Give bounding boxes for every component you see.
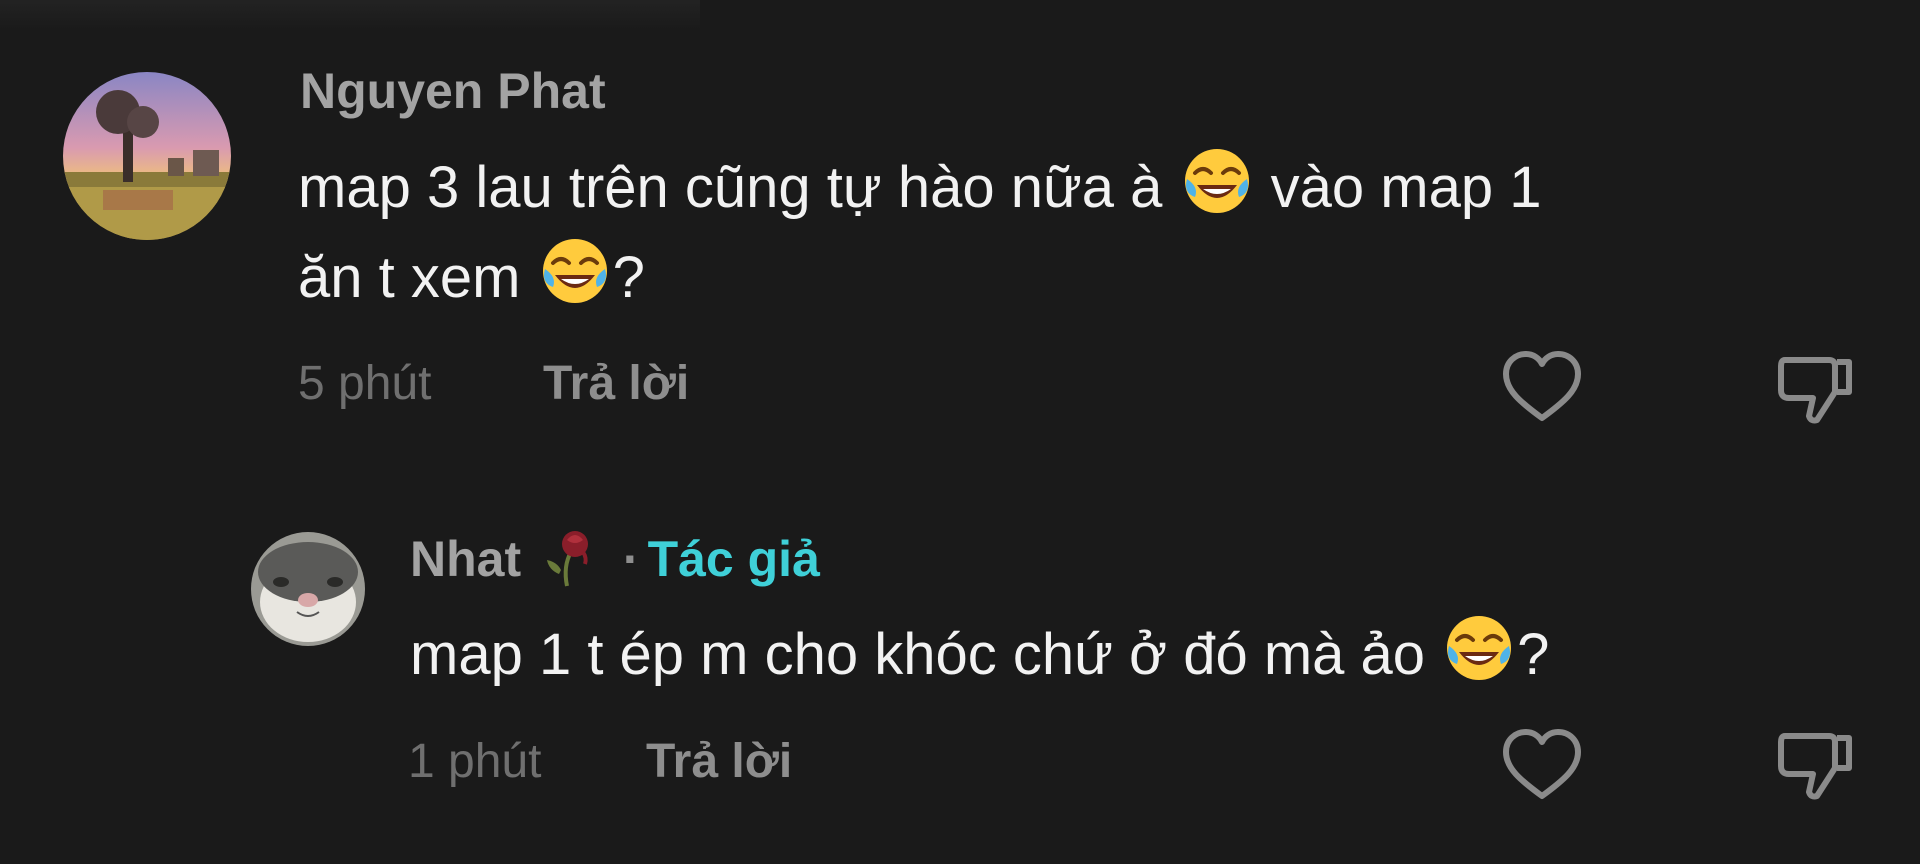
avatar-image <box>251 532 365 646</box>
reply-header: Nhat · Tác giả <box>410 522 820 600</box>
heart-icon[interactable] <box>1500 726 1584 802</box>
wilted-flower-icon <box>537 522 597 600</box>
laugh-emoji-icon <box>1443 612 1515 702</box>
laugh-emoji-icon <box>539 235 611 325</box>
heart-icon[interactable] <box>1500 348 1584 424</box>
separator-dot: · <box>622 531 640 587</box>
comment-username[interactable]: Nguyen Phat <box>300 62 606 120</box>
comment-text-part: map 3 lau trên cũng tự hào nữa à <box>298 155 1163 220</box>
comment-text-part: ? <box>1517 622 1550 687</box>
thumbs-down-icon[interactable] <box>1775 352 1857 428</box>
avatar-image <box>63 72 231 240</box>
reply-button[interactable]: Trả lời <box>543 356 689 411</box>
comment-timestamp: 5 phút <box>298 357 432 410</box>
comment-text: map 3 lau trên cũng tự hào nữa à vào map… <box>298 145 1858 324</box>
comment-username[interactable]: Nhat <box>410 531 521 587</box>
comment-text-part: ? <box>612 244 645 310</box>
author-badge: Tác giả <box>647 531 820 587</box>
comment-text: map 1 t ép m cho khóc chứ ở đó mà ảo ? <box>410 612 1850 702</box>
laugh-emoji-icon <box>1181 145 1253 235</box>
comment-text-part: ăn t xem <box>298 244 521 310</box>
thumbs-down-icon[interactable] <box>1775 728 1857 804</box>
avatar[interactable] <box>251 532 365 646</box>
top-fade <box>0 0 700 30</box>
reply-button[interactable]: Trả lời <box>646 734 792 789</box>
comment-text-part: map 1 t ép m cho khóc chứ ở đó mà ảo <box>410 622 1426 687</box>
avatar[interactable] <box>63 72 231 240</box>
comment-text-part: vào map 1 <box>1270 155 1542 220</box>
comment-timestamp: 1 phút <box>408 735 542 788</box>
